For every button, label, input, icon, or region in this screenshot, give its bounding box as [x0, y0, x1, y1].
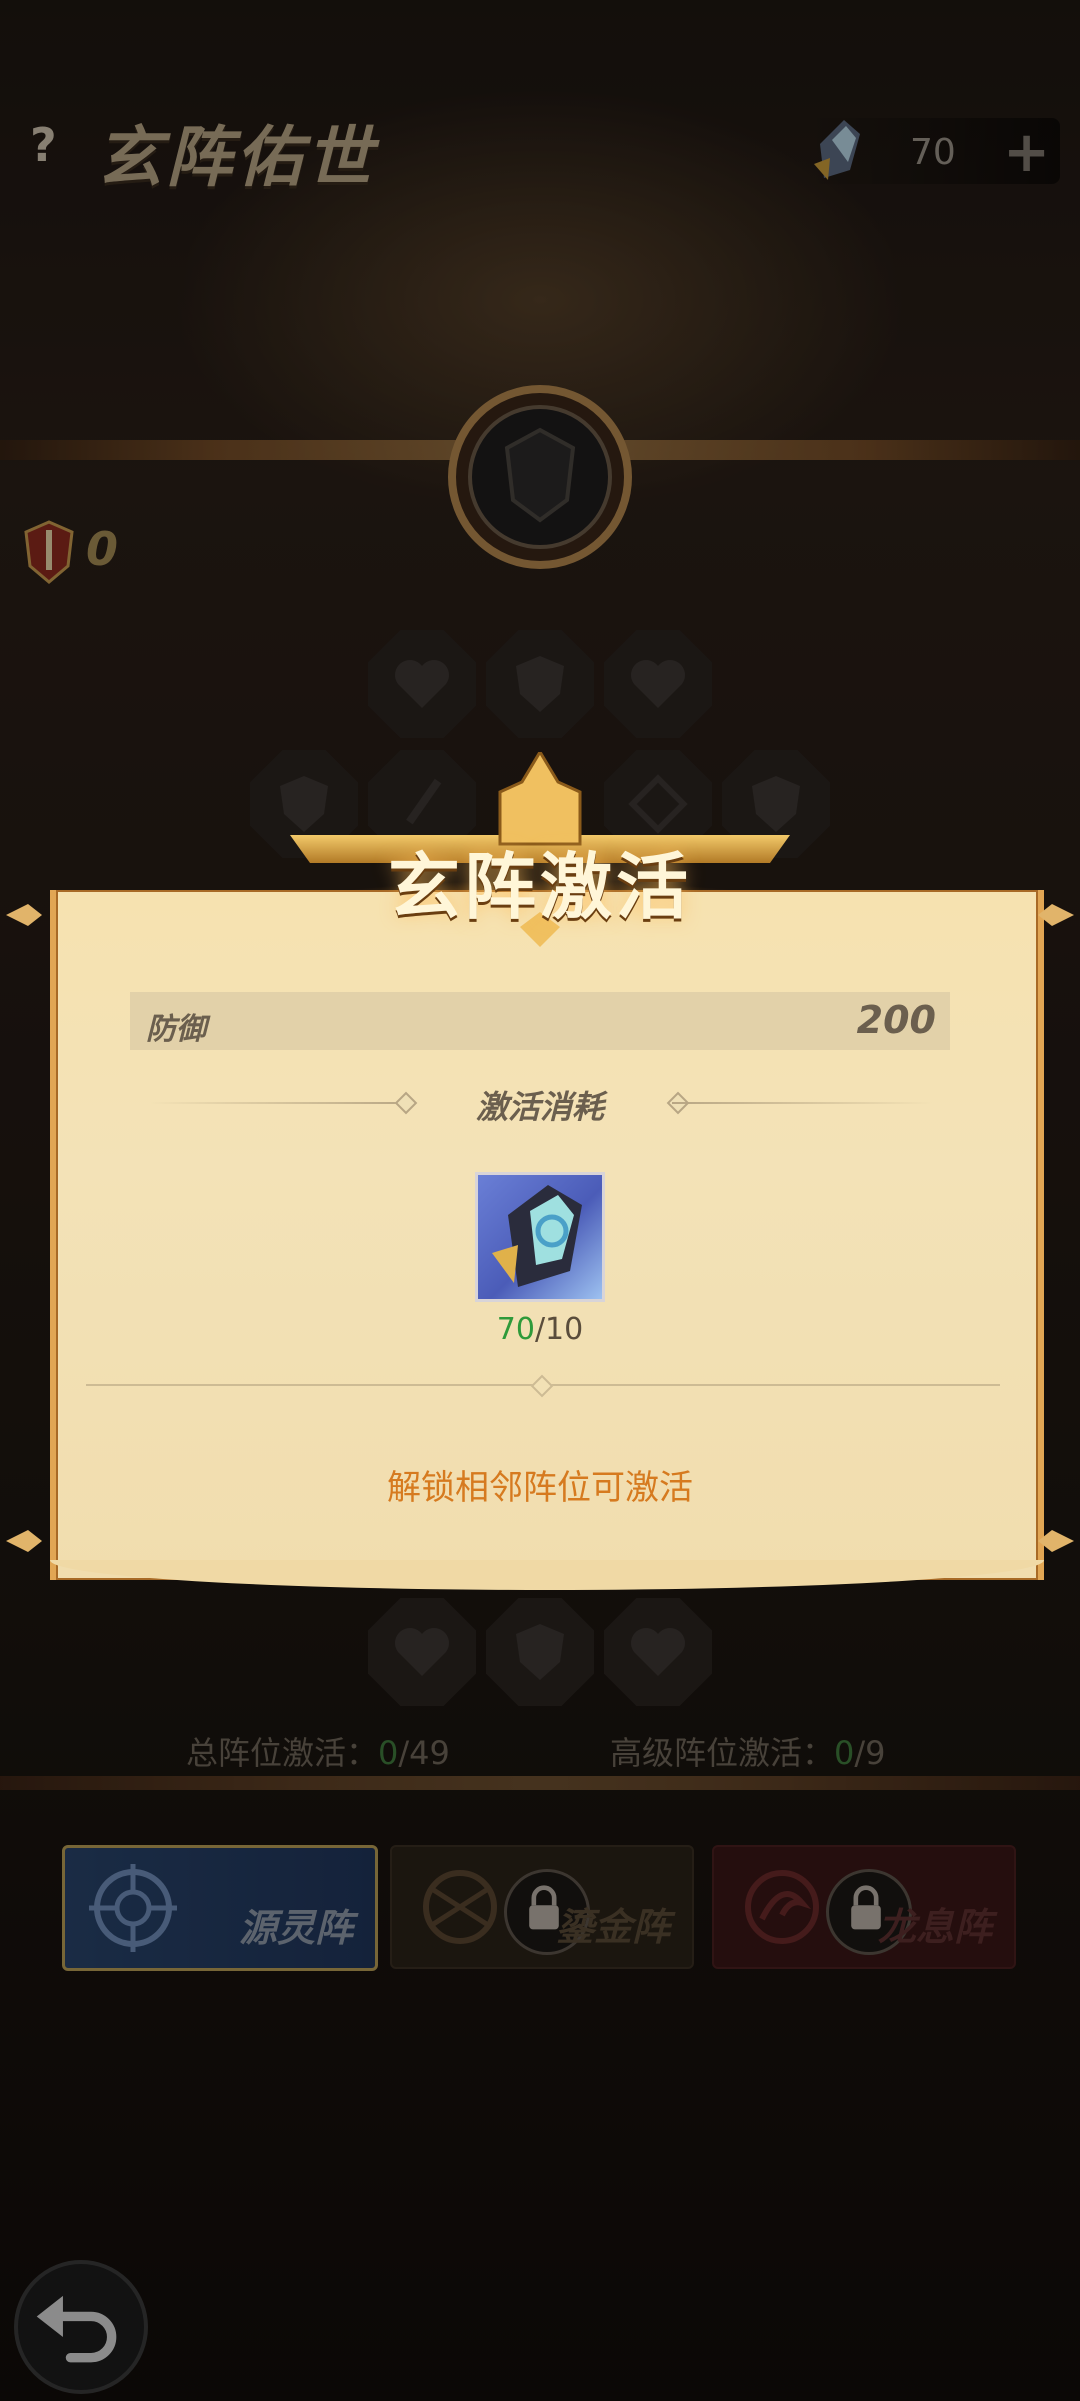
cost-item-count: 70/10 [0, 1312, 1080, 1347]
scroll-pin-icon [1038, 1530, 1074, 1552]
divider-right [672, 1102, 932, 1104]
owned-count: 70 [496, 1312, 535, 1347]
cost-item-slot[interactable] [475, 1172, 605, 1302]
attribute-row: 防御 200 [130, 992, 950, 1050]
modal-title: 玄阵激活 [387, 845, 692, 929]
cost-title: 激活消耗 [475, 1088, 604, 1126]
crystal-shard-icon [492, 1185, 582, 1287]
scroll-pin-icon [6, 1530, 42, 1552]
attribute-value: 200 [856, 998, 936, 1042]
required-count: /10 [534, 1312, 584, 1347]
unlock-hint: 解锁相邻阵位可激活 [387, 1468, 693, 1508]
attribute-label: 防御 [146, 1012, 206, 1047]
